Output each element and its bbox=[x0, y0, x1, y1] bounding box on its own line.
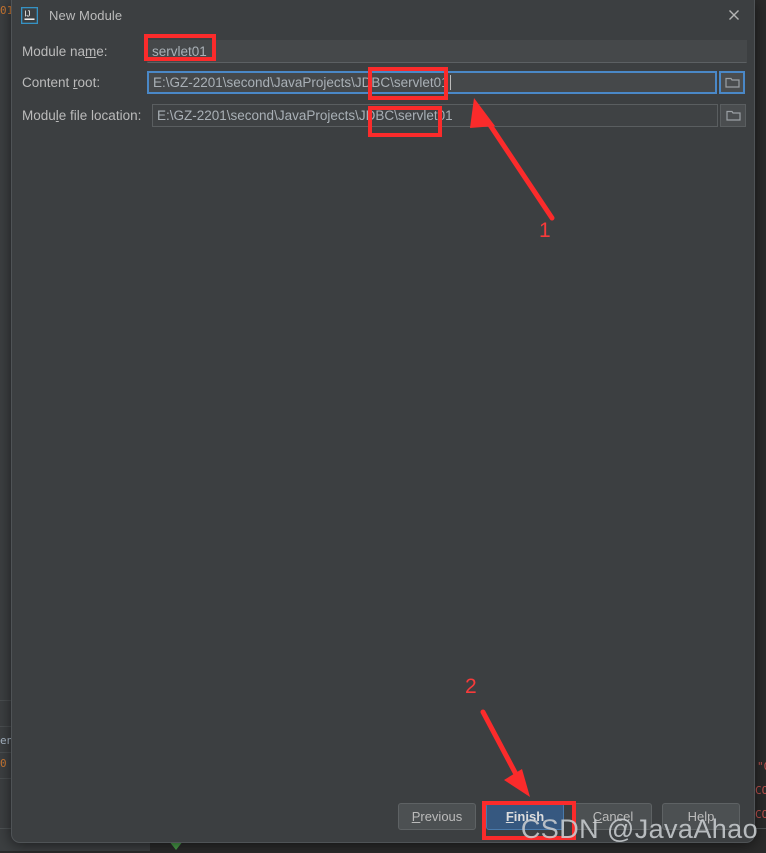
help-button[interactable]: Help bbox=[662, 803, 740, 830]
background-error-fragment: CO bbox=[755, 784, 766, 797]
dialog-footer: Previous Finish Cancel Help bbox=[12, 803, 754, 830]
module-file-location-label-text-b: e file location: bbox=[58, 108, 142, 123]
folder-icon bbox=[725, 110, 741, 121]
module-file-location-field-wrap: E:\GZ-2201\second\JavaProjects\JDBC\serv… bbox=[152, 104, 747, 127]
form-row-module-name: Module name: servlet01 bbox=[12, 36, 754, 66]
finish-button[interactable]: Finish bbox=[486, 803, 564, 830]
module-name-input[interactable]: servlet01 bbox=[147, 39, 747, 63]
previous-button-label: revious bbox=[420, 809, 463, 824]
background-error-fragment: CO bbox=[755, 808, 766, 821]
previous-button[interactable]: Previous bbox=[398, 803, 476, 830]
content-root-label: Content root: bbox=[12, 75, 147, 90]
module-file-location-label-text-a: Modu bbox=[22, 108, 56, 123]
finish-button-label: inish bbox=[513, 809, 545, 824]
background-error-fragment: "0 bbox=[757, 760, 766, 773]
text-caret bbox=[449, 75, 451, 90]
form-row-content-root: Content root: E:\GZ-2201\second\JavaProj… bbox=[12, 66, 754, 99]
cancel-button-label: ancel bbox=[602, 809, 634, 824]
new-module-dialog: IJ New Module Module name: servlet01 Con… bbox=[11, 0, 755, 843]
module-name-label-mnemonic: m bbox=[85, 43, 97, 59]
svg-text:IJ: IJ bbox=[24, 9, 30, 18]
module-file-location-browse-button[interactable] bbox=[720, 104, 746, 127]
content-root-input-value: E:\GZ-2201\second\JavaProjects\JDBC\serv… bbox=[153, 75, 449, 90]
dialog-form: Module name: servlet01 Content root: E:\… bbox=[12, 30, 754, 132]
content-root-input[interactable]: E:\GZ-2201\second\JavaProjects\JDBC\serv… bbox=[147, 71, 717, 94]
cancel-button-mnemonic: C bbox=[592, 809, 603, 824]
module-name-field-wrap: servlet01 bbox=[147, 39, 747, 63]
content-root-field-wrap: E:\GZ-2201\second\JavaProjects\JDBC\serv… bbox=[147, 71, 747, 94]
module-name-label-text-b: e: bbox=[96, 43, 108, 59]
module-file-location-input[interactable]: E:\GZ-2201\second\JavaProjects\JDBC\serv… bbox=[152, 104, 718, 127]
module-name-label-text-a: Module na bbox=[22, 43, 86, 59]
module-file-location-label: Module file location: bbox=[12, 108, 152, 123]
module-name-label: Module name: bbox=[12, 44, 147, 59]
dialog-titlebar: IJ New Module bbox=[12, 0, 754, 30]
previous-button-mnemonic: P bbox=[411, 809, 421, 824]
content-root-label-text-b: oot: bbox=[77, 75, 101, 90]
cancel-button[interactable]: Cancel bbox=[574, 803, 652, 830]
finish-button-mnemonic: F bbox=[505, 809, 514, 824]
content-root-label-text-a: Content bbox=[22, 75, 74, 90]
folder-icon bbox=[724, 77, 740, 88]
form-row-module-file-location: Module file location: E:\GZ-2201\second\… bbox=[12, 99, 754, 132]
help-button-label: Help bbox=[687, 809, 715, 824]
intellij-idea-logo-icon: IJ bbox=[21, 6, 38, 24]
content-root-browse-button[interactable] bbox=[719, 71, 745, 94]
close-icon[interactable] bbox=[726, 7, 742, 23]
dialog-title: New Module bbox=[49, 7, 123, 23]
